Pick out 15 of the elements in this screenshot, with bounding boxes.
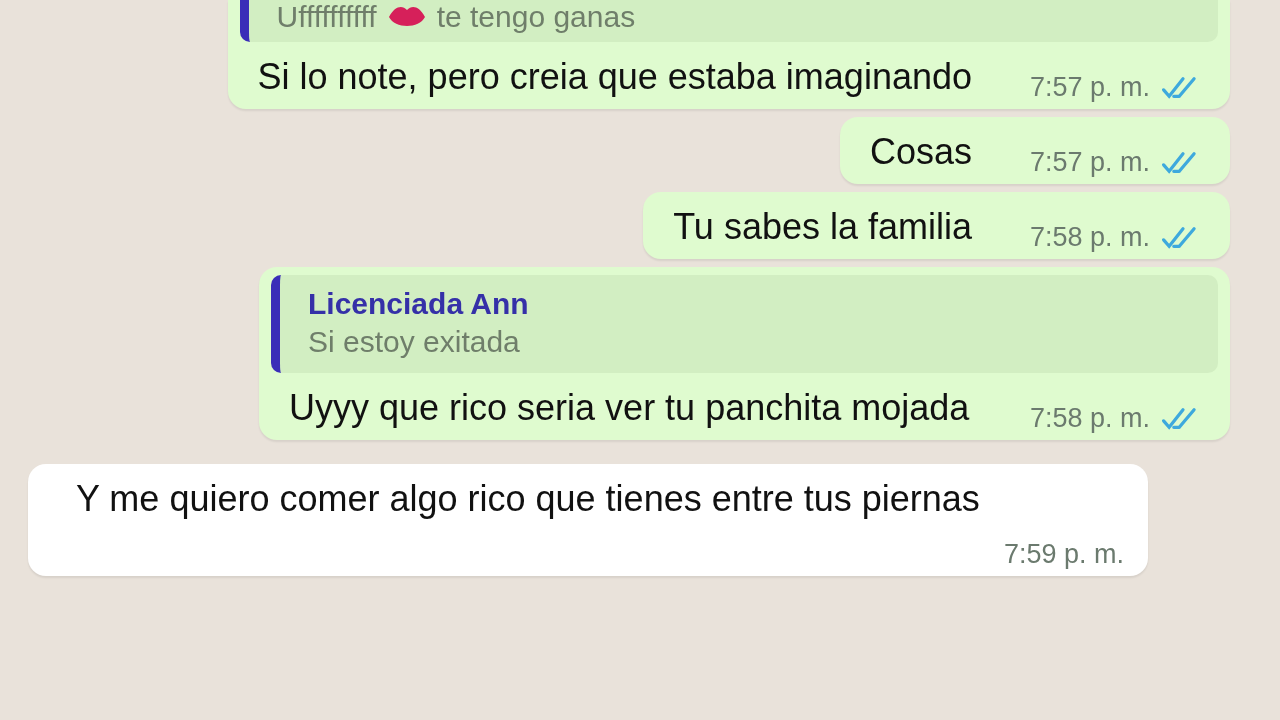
message-time: 7:57 p. m. xyxy=(1029,71,1150,105)
message-time: 7:57 p. m. xyxy=(1029,146,1150,180)
message-text: Tu sabes la familia xyxy=(673,206,972,247)
message-time: 7:58 p. m. xyxy=(1029,402,1150,436)
quote-text: te tengo ganas xyxy=(436,0,636,34)
message-text: Cosas xyxy=(869,131,972,172)
message-text: Uyyy que rico seria ver tu panchita mojada xyxy=(289,387,970,428)
quote-text: Uffffffffff xyxy=(276,0,377,34)
message-text: Si lo note, pero creia que estaba imaginando xyxy=(257,56,972,97)
quote-text: Si estoy exitada xyxy=(308,325,520,359)
message-time: 7:58 p. m. xyxy=(1029,221,1150,255)
message-time: 7:59 p. m. xyxy=(1003,538,1124,572)
quote-author: Licenciada Ann xyxy=(308,287,530,321)
quoted-message[interactable]: Licenciada Ann Si estoy exitada xyxy=(271,275,1218,373)
message-text: Y me quiero comer algo rico que tienes entre tus piernas xyxy=(76,478,980,519)
